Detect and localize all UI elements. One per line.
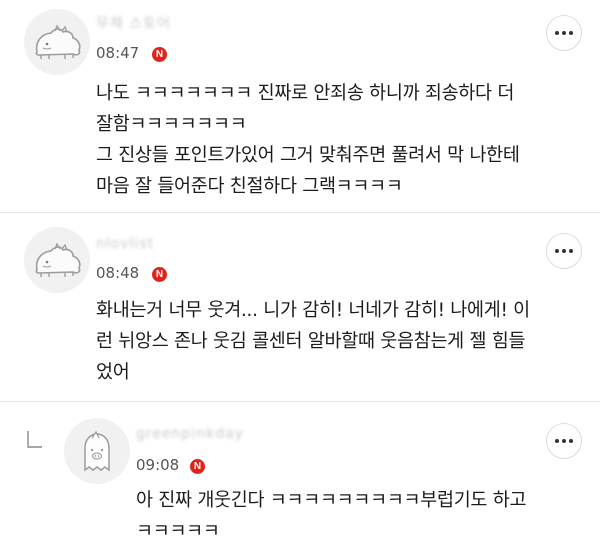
divider xyxy=(0,212,600,213)
comment-line: 었어 xyxy=(96,362,130,383)
comment-body: 나도 ㅋㅋㅋㅋㅋㅋㅋ 진짜로 안죄송 하니까 죄송하다 더 잘함ㅋㅋㅋㅋㅋㅋㅋ … xyxy=(96,78,520,202)
username[interactable]: 무제 스토어 xyxy=(96,13,171,33)
comment-time: 09:08 xyxy=(136,456,180,474)
comment-line: 잘함ㅋㅋㅋㅋㅋㅋㅋ xyxy=(96,114,247,135)
ghost-avatar-icon[interactable] xyxy=(64,418,130,484)
more-options-button[interactable] xyxy=(546,233,582,269)
more-options-button[interactable] xyxy=(546,423,582,459)
comment-line: 마음 잘 들어준다 친절하다 그랙ㅋㅋㅋㅋ xyxy=(96,176,403,197)
new-badge: N xyxy=(152,267,167,282)
comment-body: 아 진짜 개웃긴다 ㅋㅋㅋㅋㅋㅋㅋㅋㅋ부럽기도 하고 ㅋㅋㅋㅋㅋ xyxy=(136,485,526,547)
reply-arrow-icon xyxy=(27,431,42,448)
comment-line: 런 뉘앙스 존나 웃김 콜센터 알바할때 웃음참는게 젤 힘들 xyxy=(96,331,526,352)
comment-time: 08:48 xyxy=(96,264,140,282)
dino-avatar-icon[interactable] xyxy=(24,9,90,75)
comment-body: 화내는거 너무 웃겨... 니가 감히! 너네가 감히! 나에게! 이 런 뉘앙… xyxy=(96,295,530,388)
comment-line: 그 진상들 포인트가있어 그거 맞춰주면 풀려서 막 나한테 xyxy=(96,145,520,166)
comment-line: 화내는거 너무 웃겨... 니가 감히! 너네가 감히! 나에게! 이 xyxy=(96,300,530,321)
comment-line: 나도 ㅋㅋㅋㅋㅋㅋㅋ 진짜로 안죄송 하니까 죄송하다 더 xyxy=(96,83,515,104)
username[interactable]: nlovlist xyxy=(96,236,154,252)
dino-avatar-icon[interactable] xyxy=(24,227,90,293)
comment-time: 08:47 xyxy=(96,44,140,62)
new-badge: N xyxy=(152,47,167,62)
comment-line: ㅋㅋㅋㅋㅋ xyxy=(136,521,220,542)
more-options-button[interactable] xyxy=(546,15,582,51)
comment-line: 아 진짜 개웃긴다 ㅋㅋㅋㅋㅋㅋㅋㅋㅋ부럽기도 하고 xyxy=(136,490,527,511)
divider xyxy=(0,401,600,402)
username[interactable]: greenpinkday xyxy=(136,426,244,442)
new-badge: N xyxy=(190,459,205,474)
